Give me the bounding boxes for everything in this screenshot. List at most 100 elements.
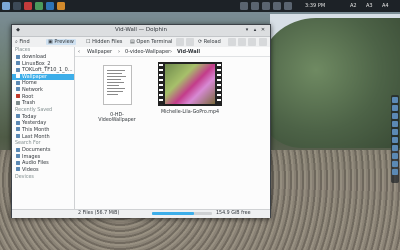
sidebar-item-label: Yesterday <box>22 120 47 127</box>
tray-icon-5[interactable] <box>284 2 292 10</box>
hidden-files-button[interactable]: ☐ Hidden Files <box>86 39 122 45</box>
tray-icon-4[interactable] <box>273 2 281 10</box>
folder-icon <box>16 61 20 66</box>
maximize-button[interactable]: ▴ <box>252 27 258 33</box>
columns-view-button[interactable] <box>248 38 256 46</box>
sidebar-item-label: Home <box>22 80 37 87</box>
breadcrumb-back-icon[interactable]: ‹ <box>78 49 80 55</box>
disk-usage-fill <box>152 212 194 215</box>
tray-icon-2[interactable] <box>251 2 259 10</box>
preview-label: Preview <box>54 39 74 45</box>
root-folder-icon <box>16 94 20 99</box>
sidebar-item-videos[interactable]: Videos <box>12 167 74 174</box>
dock-icon[interactable] <box>392 161 398 167</box>
free-space: 154.9 GiB free <box>216 211 251 216</box>
hidden-files-label: Hidden Files <box>92 39 123 45</box>
open-terminal-button[interactable]: ▤ Open Terminal <box>130 39 172 45</box>
breadcrumb-separator: › <box>170 49 172 55</box>
sidebar-item-label: This Month <box>22 126 50 133</box>
side-dock <box>391 95 399 183</box>
sidebar-item-label: Today <box>22 113 37 120</box>
dock-icon[interactable] <box>392 113 398 119</box>
sidebar-item-network[interactable]: Network <box>12 87 74 94</box>
status-summary: 2 Files (56.7 MiB) <box>78 211 120 216</box>
settings-icon[interactable] <box>57 2 65 10</box>
file-view[interactable]: ‹ Wallpaper › 0-video-Wallpaper › Vid-Wa… <box>75 47 270 209</box>
split-view-button[interactable] <box>186 38 194 46</box>
file-manager-icon[interactable] <box>46 2 54 10</box>
dock-icon[interactable] <box>392 169 398 175</box>
dock-icon[interactable] <box>392 153 398 159</box>
details-view-button[interactable] <box>238 38 246 46</box>
browser-icon[interactable] <box>13 2 21 10</box>
desktop-switcher-a2[interactable]: A2 <box>350 3 357 9</box>
sidebar-item-root[interactable]: Root <box>12 94 74 101</box>
status-bar: 2 Files (56.7 MiB) 154.9 GiB free <box>12 209 270 218</box>
dock-icon[interactable] <box>392 121 398 127</box>
tray-icon-1[interactable] <box>240 2 248 10</box>
trash-icon <box>16 100 20 105</box>
minimize-button[interactable]: ▾ <box>244 27 250 33</box>
folder-icon <box>16 67 20 72</box>
audio-icon <box>16 160 20 165</box>
dock-icon[interactable] <box>392 129 398 135</box>
app-launcher-icon[interactable] <box>2 2 10 10</box>
find-button[interactable]: ⌕ Find <box>15 39 30 45</box>
sidebar-item-images[interactable]: Images <box>12 154 74 161</box>
file-item[interactable]: 0-HD-VideoWallpaper <box>93 65 141 123</box>
image-icon <box>16 154 20 159</box>
sidebar-item-label: Network <box>22 86 43 93</box>
office-icon[interactable] <box>35 2 43 10</box>
file-name: 0-HD-VideoWallpaper <box>98 113 136 123</box>
file-item[interactable]: Michelle-Lila-GoPro.mp4 <box>153 62 227 115</box>
folder-icon <box>16 74 20 79</box>
window-titlebar[interactable]: ◆ Vid-Wall — Dolphin ▾ ▴ ✕ <box>12 25 270 37</box>
breadcrumb-item-vid-wall[interactable]: Vid-Wall <box>177 49 200 55</box>
tray-icon-3[interactable] <box>262 2 270 10</box>
video-icon <box>16 167 20 172</box>
document-icon <box>16 147 20 152</box>
sidebar-item-label: Root <box>22 93 34 100</box>
dock-icon[interactable] <box>392 137 398 143</box>
sidebar-item-download[interactable]: download <box>12 54 74 61</box>
sidebar-item-trash[interactable]: Trash <box>12 100 74 107</box>
sidebar-item-label: Documents <box>22 147 51 154</box>
icons-view-button[interactable] <box>228 38 236 46</box>
reload-label: Reload <box>203 39 221 45</box>
dock-icon[interactable] <box>392 97 398 103</box>
sidebar-item-yesterday[interactable]: Yesterday <box>12 120 74 127</box>
find-label: Find <box>19 39 30 45</box>
menu-button[interactable] <box>259 38 267 46</box>
sidebar-item-linuxbox[interactable]: LinuxBox_2 <box>12 61 74 68</box>
dock-icon[interactable] <box>392 105 398 111</box>
desktop-switcher-a3[interactable]: A3 <box>366 3 373 9</box>
calendar-icon <box>16 114 20 119</box>
sidebar-item-label: Last Month <box>22 133 50 140</box>
folder-icon <box>16 54 20 59</box>
breadcrumb-item-wallpaper[interactable]: Wallpaper <box>87 49 112 55</box>
search-header: Search For <box>15 141 41 147</box>
sidebar-item-this-month[interactable]: This Month <box>12 127 74 134</box>
dock-icon[interactable] <box>392 145 398 151</box>
sidebar-item-label: Images <box>22 153 41 160</box>
sidebar-item-last-month[interactable]: Last Month <box>12 134 74 141</box>
sidebar-item-wallpaper[interactable]: Wallpaper <box>12 73 74 81</box>
sidebar-item-audio-files[interactable]: Audio Files <box>12 160 74 167</box>
view-mode-button[interactable] <box>176 38 184 46</box>
disk-usage-bar <box>152 212 212 215</box>
window-title: Vid-Wall — Dolphin <box>114 27 168 33</box>
media-player-icon[interactable] <box>24 2 32 10</box>
preview-button[interactable]: ▣ Preview <box>46 39 76 45</box>
close-button[interactable]: ✕ <box>260 27 266 33</box>
desktop-switcher-a4[interactable]: A4 <box>382 3 389 9</box>
breadcrumb: ‹ Wallpaper › 0-video-Wallpaper › Vid-Wa… <box>75 47 270 57</box>
calendar-icon <box>16 120 20 125</box>
sidebar-item-tokloft[interactable]: TOKLoft_TF10_1_0... <box>12 67 74 74</box>
top-panel: 3:39 PM A2 A3 A4 <box>0 0 400 12</box>
sidebar-item-documents[interactable]: Documents <box>12 147 74 154</box>
clock[interactable]: 3:39 PM <box>305 3 325 9</box>
sidebar-item-today[interactable]: Today <box>12 114 74 121</box>
reload-button[interactable]: ⟳ Reload <box>198 39 221 45</box>
breadcrumb-item-video-wallpaper[interactable]: 0-video-Wallpaper <box>125 49 170 55</box>
sidebar-item-home[interactable]: Home <box>12 80 74 87</box>
